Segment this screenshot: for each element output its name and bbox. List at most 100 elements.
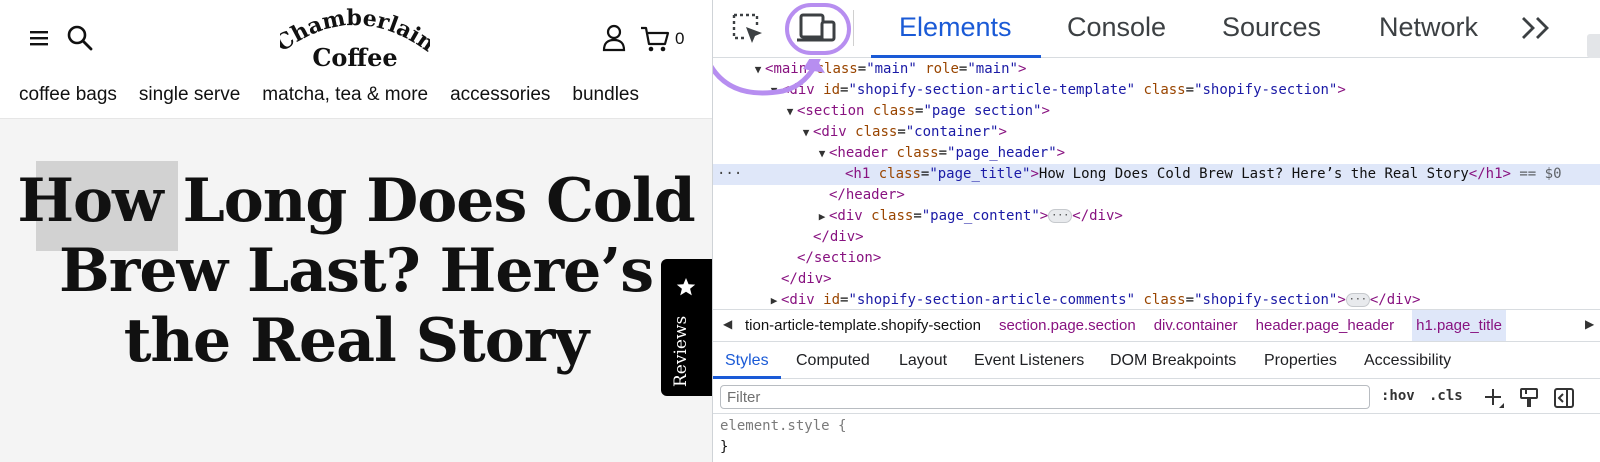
dom-token: > bbox=[1337, 292, 1346, 308]
dom-node-article-comments[interactable]: ▶ <div id="shopify-section-article-commen… bbox=[713, 290, 1600, 308]
active-subtab-indicator bbox=[713, 376, 781, 379]
element-style-selector[interactable]: element.style { bbox=[720, 418, 846, 434]
dom-node-header-close[interactable]: </header> bbox=[713, 185, 1600, 206]
title-line: Brew Last? Here’s bbox=[59, 236, 654, 306]
tab-layout[interactable]: Layout bbox=[899, 352, 947, 370]
dom-token: = bbox=[913, 208, 922, 224]
dom-token bbox=[864, 103, 872, 119]
dom-token: class bbox=[1143, 292, 1186, 308]
dom-token: "page_title" bbox=[929, 166, 1031, 182]
search-icon[interactable] bbox=[66, 24, 94, 52]
dom-token: = bbox=[1185, 82, 1195, 98]
dom-token: </section> bbox=[797, 250, 882, 266]
dom-line-content: </header> bbox=[829, 187, 905, 203]
tab-event-listeners[interactable]: Event Listeners bbox=[974, 352, 1084, 370]
tab-elements[interactable]: Elements bbox=[899, 12, 1012, 43]
dom-tree: ▼ <main class="main" role="main"> ▼ <div i… bbox=[713, 59, 1600, 308]
dom-token: "main" bbox=[967, 61, 1018, 77]
dom-token: <div bbox=[781, 292, 815, 308]
nav-accessories[interactable]: accessories bbox=[450, 84, 550, 106]
hover-state-toggle[interactable]: :hov bbox=[1381, 388, 1415, 404]
devtools-pane: Elements Console Sources Network ▼ <main … bbox=[712, 0, 1600, 462]
devtools-toolbar: Elements Console Sources Network bbox=[713, 0, 1600, 58]
dom-token bbox=[863, 208, 871, 224]
dom-node-page-content[interactable]: ▶ <div class="page_content"> ··· </div> bbox=[713, 206, 1600, 227]
nav-bundles[interactable]: bundles bbox=[572, 84, 639, 106]
nav-coffee-bags[interactable]: coffee bags bbox=[19, 84, 117, 106]
dom-token: </h1> bbox=[1468, 166, 1511, 182]
reviews-tab[interactable]: Reviews bbox=[661, 259, 712, 396]
dom-node-div-close[interactable]: </div> bbox=[713, 269, 1600, 290]
page-title: How Long Does Cold Brew Last? Here’s the… bbox=[6, 166, 706, 376]
device-toggle-icon[interactable] bbox=[796, 13, 838, 43]
dom-token: > bbox=[1039, 208, 1049, 224]
dom-token: "shopify-section" bbox=[1194, 292, 1338, 308]
toolbar-divider bbox=[853, 10, 854, 46]
cart-icon[interactable] bbox=[640, 25, 670, 53]
dom-token: > bbox=[1017, 61, 1027, 77]
styles-subtabs: Styles Computed Layout Event Listeners D… bbox=[713, 343, 1600, 379]
dom-token: = bbox=[938, 145, 948, 161]
dom-line-content: <div class="page_content"> ··· </div> bbox=[829, 208, 1123, 224]
node-actions-icon[interactable]: ··· bbox=[717, 164, 742, 185]
breadcrumb-scroll-right-icon[interactable]: ▶ bbox=[1585, 317, 1594, 331]
paint-brush-icon[interactable] bbox=[1519, 387, 1539, 409]
hamburger-icon[interactable] bbox=[28, 26, 52, 50]
reviews-label: Reviews bbox=[671, 315, 691, 387]
dom-line-content: <header class="page_header"> bbox=[829, 145, 1065, 161]
breadcrumb-scroll-left-icon[interactable]: ◀ bbox=[723, 317, 732, 331]
dom-token: class bbox=[871, 208, 914, 224]
breadcrumb-item-active[interactable]: h1.page_title bbox=[1412, 310, 1507, 341]
sidebar-toggle-icon[interactable] bbox=[1553, 387, 1575, 409]
pointer-arrow-annotation bbox=[713, 59, 825, 96]
dom-node-h1-selected[interactable]: <h1 class="page_title">How Long Does Col… bbox=[713, 164, 1600, 185]
styles-filter-input[interactable] bbox=[720, 385, 1370, 409]
dom-token: id bbox=[823, 292, 841, 308]
chamberlain-coffee-logo[interactable]: Chamberlain Coffee bbox=[280, 8, 430, 70]
add-style-rule-icon[interactable] bbox=[1483, 387, 1505, 409]
tab-properties[interactable]: Properties bbox=[1264, 352, 1337, 370]
nav-matcha-tea-more[interactable]: matcha, tea & more bbox=[262, 84, 428, 106]
tab-styles[interactable]: Styles bbox=[725, 352, 769, 370]
dom-token: "shopify-section" bbox=[1194, 82, 1338, 98]
dom-token: </header> bbox=[829, 187, 905, 203]
dom-token: "shopify-section-article-template" bbox=[848, 82, 1136, 98]
tab-sources[interactable]: Sources bbox=[1222, 12, 1321, 43]
tab-console[interactable]: Console bbox=[1067, 12, 1166, 43]
breadcrumb-item[interactable]: div.container bbox=[1154, 310, 1238, 341]
breadcrumb: ◀ tion-article-template.shopify-section s… bbox=[713, 309, 1600, 342]
dom-token: == $0 bbox=[1510, 166, 1562, 182]
dom-token: "page section" bbox=[923, 103, 1042, 119]
dom-token: "shopify-section-article-comments" bbox=[848, 292, 1136, 308]
toolbar-scrollbar[interactable] bbox=[1587, 34, 1600, 58]
breadcrumb-item[interactable]: header.page_header bbox=[1256, 310, 1394, 341]
class-toggle[interactable]: .cls bbox=[1429, 388, 1463, 404]
svg-text:Coffee: Coffee bbox=[312, 43, 397, 70]
title-line: How Long Does Cold bbox=[17, 166, 695, 236]
tab-accessibility[interactable]: Accessibility bbox=[1364, 352, 1451, 370]
site-header: Chamberlain Coffee 0 coffee bags single s… bbox=[0, 0, 712, 119]
account-icon[interactable] bbox=[601, 24, 627, 52]
dom-node-div-close[interactable]: </div> bbox=[713, 227, 1600, 248]
styles-pane: element.style { } bbox=[713, 415, 1600, 462]
collapsed-content-icon[interactable]: ··· bbox=[1048, 209, 1073, 223]
breadcrumb-track: tion-article-template.shopify-section sec… bbox=[745, 310, 1524, 341]
tab-network[interactable]: Network bbox=[1379, 12, 1478, 43]
collapsed-content-icon[interactable]: ··· bbox=[1345, 293, 1370, 307]
breadcrumb-item[interactable]: section.page.section bbox=[999, 310, 1136, 341]
dom-token: > bbox=[1030, 166, 1039, 182]
styles-filter-bar: :hov .cls bbox=[713, 380, 1600, 414]
dom-line-content: <div id="shopify-section-article-templat… bbox=[781, 82, 1346, 98]
dom-token: > bbox=[1056, 145, 1066, 161]
dom-node-section-close[interactable]: </section> bbox=[713, 248, 1600, 269]
dom-token: "page_header" bbox=[947, 145, 1057, 161]
breadcrumb-item[interactable]: tion-article-template.shopify-section bbox=[745, 310, 981, 341]
tab-dom-breakpoints[interactable]: DOM Breakpoints bbox=[1110, 352, 1236, 370]
inspect-element-icon[interactable] bbox=[731, 12, 765, 46]
dom-line-content: <h1 class="page_title">How Long Does Col… bbox=[845, 166, 1562, 182]
dom-token: = bbox=[897, 124, 906, 140]
dom-token bbox=[917, 61, 925, 77]
more-tabs-icon[interactable] bbox=[1519, 15, 1553, 41]
tab-computed[interactable]: Computed bbox=[796, 352, 870, 370]
nav-single-serve[interactable]: single serve bbox=[139, 84, 240, 106]
